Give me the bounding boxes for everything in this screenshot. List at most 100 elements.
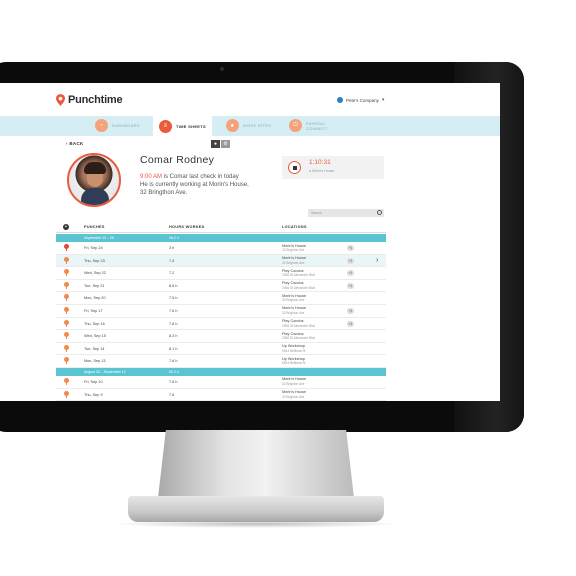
location-address: 32 Brighton Ave — [282, 298, 305, 303]
week-group-header: September 13 – 28 26.2 h — [56, 234, 386, 242]
location-address: 5943 Bellbeat St — [282, 361, 306, 366]
week-group-header: August 30 – September 12 60.2 h — [56, 367, 386, 376]
tab-label: WORK SITES — [243, 123, 272, 128]
map-pin-icon — [64, 319, 69, 327]
app-screen: Punchtime Pete's Company ▾ ◔ DASHBOARD ≡… — [0, 83, 500, 401]
location: Morin's House 32 Brighton Ave — [282, 306, 306, 315]
table-row[interactable]: Thu, Sep 23 7.4 Morin's House 32 Brighton A… — [56, 254, 386, 268]
tab-time-sheets[interactable]: ≡ TIME SHEETS — [153, 116, 212, 136]
map-pin-icon — [64, 306, 69, 314]
company-name: Pete's Company — [346, 97, 379, 103]
tab-dashboard[interactable]: ◔ DASHBOARD — [95, 119, 140, 132]
punch-date: Fri, Sep 24 — [84, 246, 103, 250]
pin-icon: ● — [226, 119, 239, 132]
pin-tail — [66, 381, 67, 385]
location-address: 5943 Bellbeat St — [282, 348, 306, 353]
clock-location: ● Morin's House — [309, 169, 335, 173]
search-input[interactable]: Search — [308, 209, 384, 217]
punch-date: Tue, Sep 21 — [84, 283, 105, 288]
tab-label: DASHBOARD — [112, 123, 141, 128]
more-locations-badge[interactable]: +1 — [347, 282, 354, 289]
week-total: 60.2 h — [169, 369, 179, 374]
status-line3: 32 Bringthon Ave. — [140, 190, 188, 196]
punch-date: Fri, Sep 17 — [84, 308, 103, 313]
location-address: 2356 St Alexander Blvd — [282, 336, 316, 341]
table-row[interactable]: Thu, Sep 9 7.6 Morin's House 32 Brighton Av… — [56, 389, 386, 401]
punch-date: Thu, Sep 23 — [84, 258, 105, 263]
hours-worked: 8.1 h — [169, 346, 178, 351]
table-row[interactable]: Mon, Sep 20 7.5 h Morin's House 32 Brighton… — [56, 292, 386, 305]
table-row[interactable]: Thu, Sep 16 7.8 h Play Condos 2356 St Alexa… — [56, 318, 386, 331]
more-locations-badge[interactable]: +1 — [347, 320, 354, 327]
table-row[interactable]: Mon, Sep 13 7.6 h Up Workshop 5943 Bellbeat… — [56, 355, 386, 368]
map-pin-icon — [64, 377, 69, 385]
more-locations-badge[interactable]: +1 — [347, 307, 354, 314]
table-row[interactable]: Wed, Sep 22 7.2 Play Condos 2356 St Alexand… — [56, 267, 386, 280]
list-icon: ≡ — [159, 119, 172, 133]
location-address: 2356 St Alexander Blvd — [282, 323, 316, 328]
table-row[interactable]: Tue, Sep 14 8.1 h Up Workshop 5943 Bellbeat… — [56, 343, 386, 356]
location: Up Workshop 5943 Bellbeat St — [282, 344, 305, 353]
table-row[interactable]: Fri, Sep 17 7.6 h Morin's House 32 Brighton… — [56, 305, 386, 318]
map-pin-icon — [64, 332, 69, 340]
pin-tail — [66, 248, 67, 251]
elapsed-time: 1:10:31 — [309, 159, 331, 166]
pin-tail — [66, 394, 67, 398]
location: Play Condos 2356 St Alexander Blvd — [282, 332, 315, 341]
chevron-right-icon[interactable]: › — [376, 257, 378, 264]
pin-tail — [66, 336, 67, 340]
location-address: 32 Brighton Ave — [282, 260, 305, 265]
stop-button[interactable] — [288, 161, 301, 174]
employee-name: Comar Rodney — [140, 154, 215, 166]
map-pin-icon — [64, 244, 69, 251]
timesheet-table: September 13 – 28 26.2 h Fri, Sep 24 3 h Mor… — [56, 234, 386, 401]
location-address: 32 Brighton Ave — [282, 248, 305, 252]
col-hours: HOURS WORKED — [169, 225, 205, 229]
punch-date: Mon, Sep 13 — [84, 359, 106, 364]
location: Morin's House 32 Brighton Ave — [282, 256, 306, 265]
chevron-down-icon: ▾ — [381, 97, 385, 103]
more-locations-badge[interactable]: +1 — [347, 245, 354, 251]
hours-worked: 7.6 h — [169, 359, 178, 364]
employee-avatar — [67, 153, 121, 207]
pin-tail — [66, 361, 67, 365]
company-avatar — [337, 97, 343, 103]
person-view-icon[interactable]: ● — [211, 140, 220, 148]
table-row[interactable]: Tue, Sep 21 8.5 h Play Condos 2356 St Alexa… — [56, 280, 386, 293]
punch-date: Thu, Sep 9 — [84, 392, 103, 397]
tab-payroll-connect[interactable]: ⏻ PAYROLL CONNECT — [289, 119, 328, 132]
location-address: 32 Brighton Ave — [282, 310, 305, 315]
pin-tail — [66, 260, 67, 264]
location-name: Morin's House — [282, 390, 307, 395]
company-switcher[interactable]: Pete's Company ▾ — [337, 97, 384, 103]
view-toggle: ● ⚙ — [211, 140, 230, 148]
pin-tail — [66, 323, 67, 327]
location: Play Condos 2356 St Alexander Blvd — [282, 281, 315, 290]
hours-worked: 8.3 h — [169, 334, 178, 339]
dashboard-icon: ◔ — [95, 119, 108, 132]
hours-worked: 7.6 h — [169, 308, 178, 313]
more-locations-badge[interactable]: +1 — [347, 270, 354, 277]
app-logo[interactable]: Punchtime — [56, 94, 123, 106]
table-row[interactable]: Wed, Sep 15 8.3 h Play Condos 2356 St Alexa… — [56, 330, 386, 343]
map-pin-icon — [64, 294, 69, 302]
location-address: 2356 St Alexander Blvd — [282, 285, 316, 290]
pin-tail — [66, 348, 67, 352]
table-row[interactable]: Fri, Sep 10 7.6 h Morin's House 32 Brighton… — [56, 376, 386, 389]
back-button[interactable]: ‹ BACK — [66, 141, 84, 146]
more-locations-badge[interactable]: +1 — [347, 257, 354, 264]
status-line1: is Comar last check in today — [162, 174, 239, 180]
location: Play Condos 2356 St Alexander Blvd — [282, 269, 315, 278]
tab-work-sites[interactable]: ● WORK SITES — [226, 119, 271, 132]
location: Morin's House 32 Brighton Ave — [282, 377, 306, 386]
hours-worked: 3 h — [169, 246, 175, 250]
hours-worked: 7.2 — [169, 271, 175, 276]
punch-date: Wed, Sep 15 — [84, 334, 106, 339]
punch-date: Fri, Sep 10 — [84, 379, 103, 384]
add-punch-icon[interactable]: + — [63, 224, 69, 230]
map-pin-icon — [64, 256, 69, 264]
top-bar: Punchtime Pete's Company ▾ — [0, 83, 500, 116]
search-icon[interactable] — [377, 210, 382, 215]
table-row[interactable]: Fri, Sep 24 3 h Morin's House 32 Brighton A… — [56, 242, 386, 255]
settings-view-icon[interactable]: ⚙ — [221, 140, 230, 148]
